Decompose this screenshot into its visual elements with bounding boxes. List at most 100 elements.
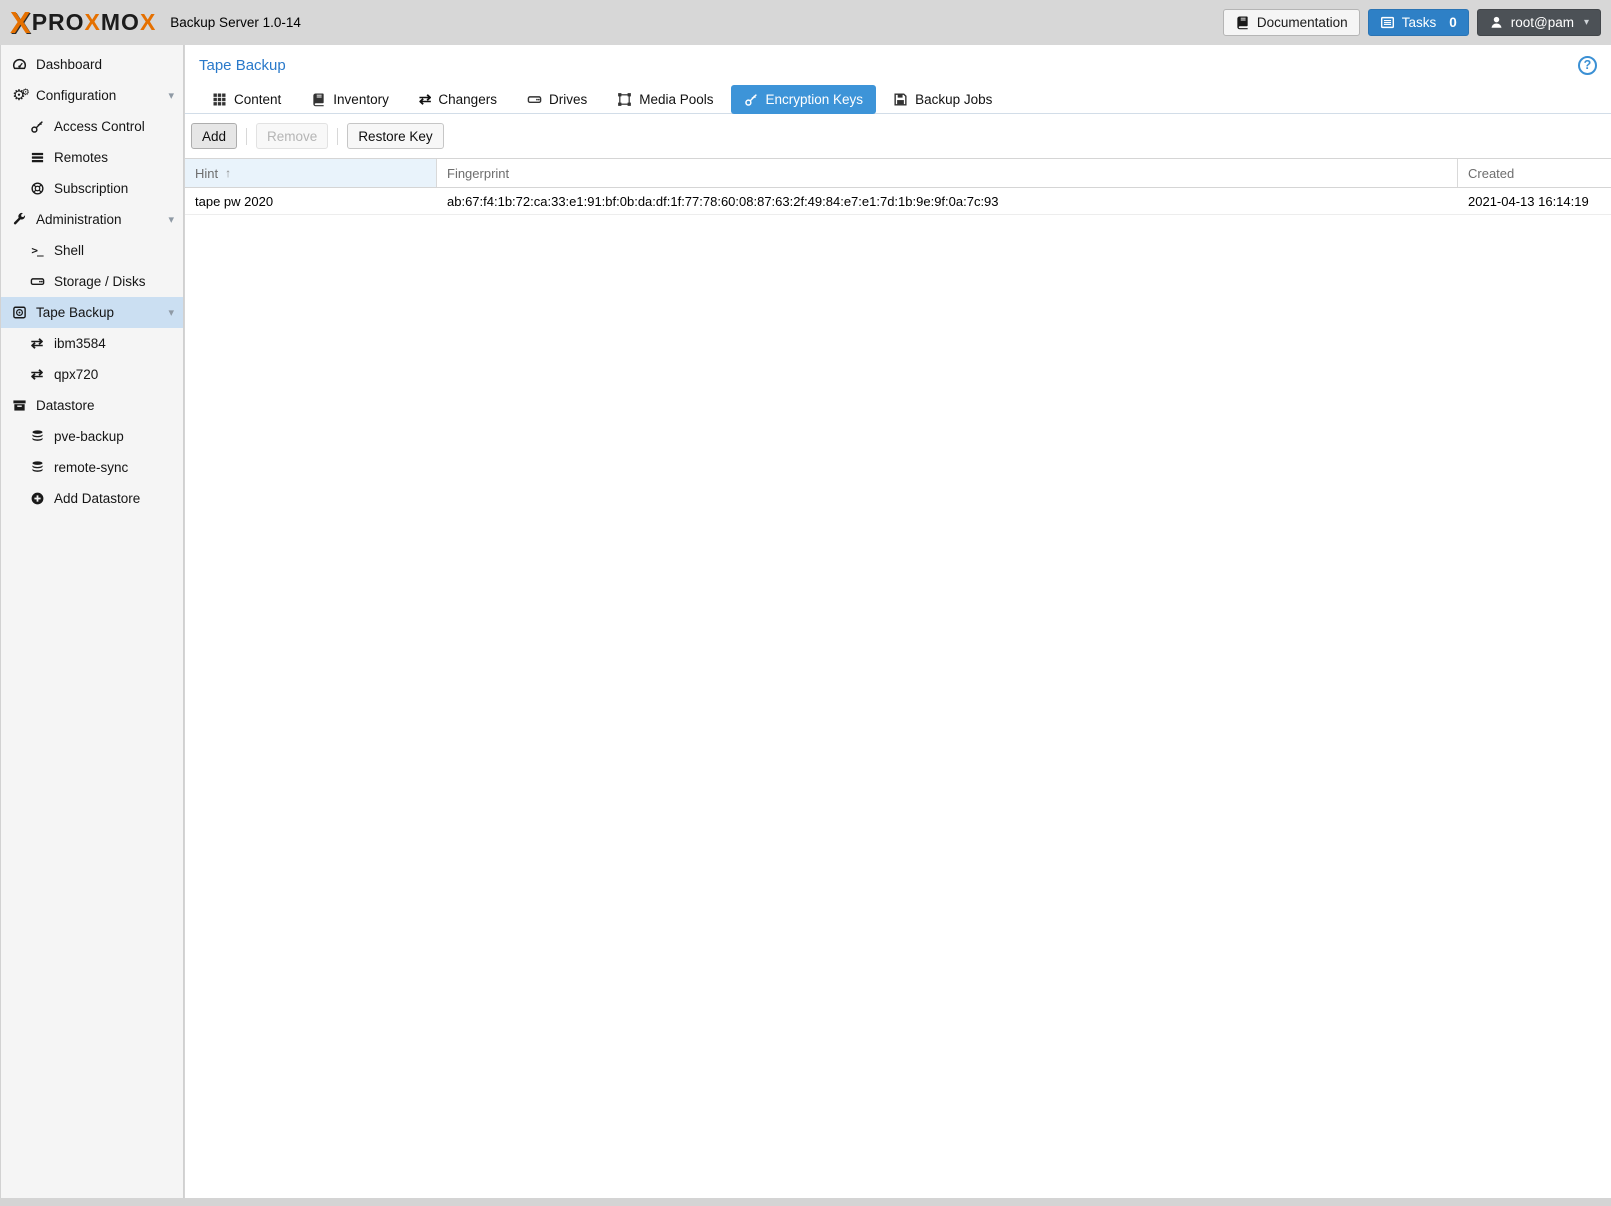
cell-fingerprint: ab:67:f4:1b:72:ca:33:e1:91:bf:0b:da:df:1…: [437, 188, 1458, 214]
dashboard-icon: [11, 57, 27, 72]
key-icon: [744, 92, 759, 107]
sidebar-item-label: Subscription: [54, 181, 128, 196]
page-title: Tape Backup: [199, 57, 286, 74]
tab-content[interactable]: Content: [199, 85, 294, 114]
sidebar-item-administration[interactable]: Administration ▾: [1, 204, 183, 235]
toolbar-separator: [246, 128, 247, 145]
sidebar: Dashboard ⚙ Configuration ▾ Access Contr…: [0, 45, 184, 1198]
tab-inventory[interactable]: Inventory: [298, 85, 402, 114]
exchange-icon: ⇄: [419, 92, 432, 107]
tab-label: Encryption Keys: [766, 92, 864, 107]
tab-label: Changers: [438, 92, 497, 107]
add-button[interactable]: Add: [191, 123, 237, 149]
sidebar-item-storage-disks[interactable]: Storage / Disks: [1, 266, 183, 297]
app-title: Backup Server 1.0-14: [170, 15, 301, 30]
database-icon: [29, 460, 45, 475]
object-group-icon: [617, 92, 632, 107]
sidebar-item-label: Datastore: [36, 398, 95, 413]
tape-icon: [11, 305, 27, 320]
tab-label: Backup Jobs: [915, 92, 992, 107]
hdd-icon: [527, 92, 542, 107]
table-row[interactable]: tape pw 2020 ab:67:f4:1b:72:ca:33:e1:91:…: [185, 188, 1611, 215]
top-bar: XPROXMOX Backup Server 1.0-14 Documentat…: [0, 0, 1611, 45]
grid-header: Hint ↑ Fingerprint Created: [185, 158, 1611, 188]
sidebar-item-label: Tape Backup: [36, 305, 114, 320]
sidebar-item-configuration[interactable]: ⚙ Configuration ▾: [1, 80, 183, 111]
toolbar-separator: [337, 128, 338, 145]
collapse-arrow-icon[interactable]: ▾: [168, 213, 174, 226]
cell-created: 2021-04-13 16:14:19: [1458, 188, 1611, 214]
user-icon: [1489, 15, 1504, 30]
sidebar-item-tape-backup[interactable]: Tape Backup ▾: [1, 297, 183, 328]
chevron-down-icon: ▾: [1584, 17, 1589, 28]
sidebar-item-label: Administration: [36, 212, 122, 227]
tab-bar: Content Inventory ⇄ Changers Drives Medi…: [185, 85, 1611, 114]
tab-encryption-keys[interactable]: Encryption Keys: [731, 85, 877, 114]
sidebar-item-shell[interactable]: >_ Shell: [1, 235, 183, 266]
tab-drives[interactable]: Drives: [514, 85, 600, 114]
sidebar-item-label: Access Control: [54, 119, 145, 134]
remove-button[interactable]: Remove: [256, 123, 328, 149]
documentation-label: Documentation: [1257, 15, 1348, 30]
book-icon: [1235, 15, 1250, 30]
terminal-icon: >_: [29, 244, 45, 257]
sidebar-item-label: Add Datastore: [54, 491, 140, 506]
archive-icon: [11, 398, 27, 413]
sidebar-item-label: Shell: [54, 243, 84, 258]
main-panel: Tape Backup ? Content Inventory ⇄ Change…: [185, 45, 1611, 1198]
sidebar-item-label: Dashboard: [36, 57, 102, 72]
sidebar-item-add-datastore[interactable]: Add Datastore: [1, 483, 183, 514]
key-icon: [29, 119, 45, 134]
sidebar-item-ibm3584[interactable]: ⇄ ibm3584: [1, 328, 183, 359]
sidebar-item-subscription[interactable]: Subscription: [1, 173, 183, 204]
tasks-button[interactable]: Tasks 0: [1368, 9, 1469, 36]
sort-asc-icon: ↑: [225, 166, 231, 180]
hdd-icon: [29, 274, 45, 289]
sidebar-item-label: pve-backup: [54, 429, 124, 444]
column-header-hint[interactable]: Hint ↑: [185, 159, 437, 187]
tab-label: Drives: [549, 92, 587, 107]
restore-key-button[interactable]: Restore Key: [347, 123, 443, 149]
tab-changers[interactable]: ⇄ Changers: [406, 85, 510, 114]
sidebar-item-access-control[interactable]: Access Control: [1, 111, 183, 142]
lifering-icon: [29, 181, 45, 196]
sidebar-item-remotes[interactable]: Remotes: [1, 142, 183, 173]
database-icon: [29, 429, 45, 444]
collapse-arrow-icon[interactable]: ▾: [168, 89, 174, 102]
tab-label: Inventory: [333, 92, 389, 107]
proxmox-logo: XPROXMOX: [10, 7, 156, 38]
save-icon: [893, 92, 908, 107]
tab-label: Content: [234, 92, 281, 107]
user-label: root@pam: [1511, 15, 1574, 30]
sidebar-item-remote-sync[interactable]: remote-sync: [1, 452, 183, 483]
sidebar-item-dashboard[interactable]: Dashboard: [1, 49, 183, 80]
tab-label: Media Pools: [639, 92, 713, 107]
sidebar-item-label: remote-sync: [54, 460, 128, 475]
book-icon: [311, 92, 326, 107]
exchange-icon: ⇄: [29, 368, 45, 381]
wrench-icon: [11, 212, 27, 227]
sidebar-item-qpx720[interactable]: ⇄ qpx720: [1, 359, 183, 390]
plus-circle-icon: [29, 491, 45, 506]
sidebar-item-datastore[interactable]: Datastore: [1, 390, 183, 421]
sidebar-item-label: Configuration: [36, 88, 116, 103]
sidebar-item-label: Storage / Disks: [54, 274, 146, 289]
tasks-count-badge: 0: [1449, 15, 1457, 30]
remotes-icon: [29, 150, 45, 165]
collapse-arrow-icon[interactable]: ▾: [168, 306, 174, 319]
help-icon[interactable]: ?: [1578, 56, 1597, 75]
documentation-button[interactable]: Documentation: [1223, 9, 1360, 36]
gears-icon: ⚙: [11, 88, 27, 103]
sidebar-item-label: qpx720: [54, 367, 98, 382]
tab-backup-jobs[interactable]: Backup Jobs: [880, 85, 1005, 114]
sidebar-item-pve-backup[interactable]: pve-backup: [1, 421, 183, 452]
tasks-label: Tasks: [1402, 15, 1437, 30]
user-menu-button[interactable]: root@pam ▾: [1477, 9, 1601, 36]
column-header-created[interactable]: Created: [1458, 159, 1611, 187]
tab-media-pools[interactable]: Media Pools: [604, 85, 726, 114]
content-header: Tape Backup ?: [185, 45, 1611, 85]
encryption-keys-grid: Hint ↑ Fingerprint Created tape pw 2020 …: [185, 158, 1611, 215]
grid-icon: [212, 92, 227, 107]
exchange-icon: ⇄: [29, 337, 45, 350]
column-header-fingerprint[interactable]: Fingerprint: [437, 159, 1458, 187]
